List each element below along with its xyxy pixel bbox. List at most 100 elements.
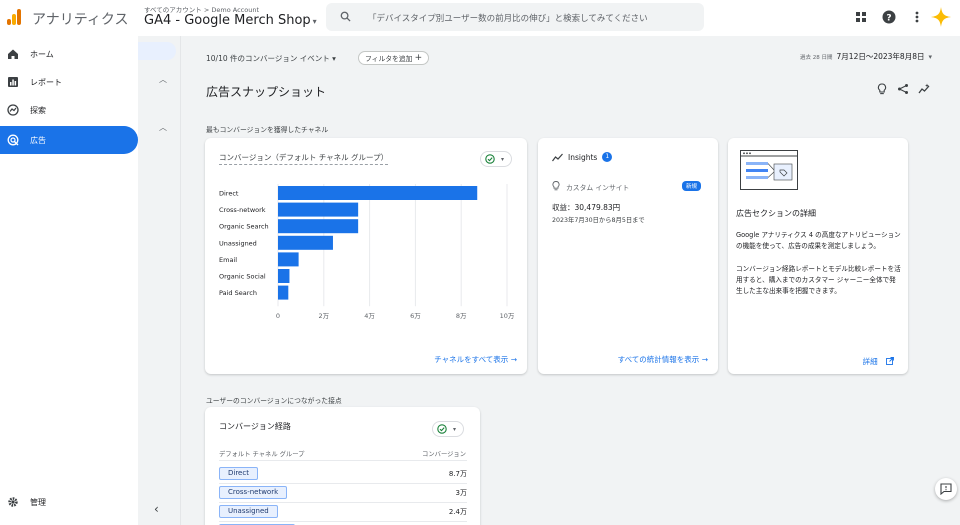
divider (219, 483, 467, 484)
conversion-value: 2.4万 (448, 508, 467, 516)
insights-trend-icon (552, 153, 563, 161)
nav-label: レポート (30, 78, 62, 87)
x-tick-label: 6万 (410, 312, 421, 320)
search-icon (340, 11, 351, 22)
nav-home[interactable]: ホーム (0, 40, 138, 68)
lightbulb-icon (552, 181, 560, 191)
sparkle-icon[interactable] (930, 6, 952, 28)
caret-down-icon: ▾ (453, 426, 457, 433)
property-name: GA4 - Google Merch Shop (144, 13, 311, 28)
insights-header: Insights 1 (552, 152, 613, 162)
x-tick-label: 8万 (456, 312, 467, 320)
nav-explore[interactable]: 探索 (0, 96, 138, 124)
bar[interactable] (278, 235, 333, 250)
conversions-by-channel-card: コンバージョン（デフォルト チャネル グループ） ▾ 0 2万 4万 6万 8万 10万 D… (205, 138, 527, 374)
collapse-nav-icon[interactable]: ‹ (154, 502, 159, 516)
bar[interactable] (278, 285, 289, 300)
x-tick-label: 2万 (318, 312, 329, 320)
channel-tag: Cross-network (219, 486, 288, 499)
comparison-toggle[interactable]: ▾ (480, 151, 512, 167)
paths-card-title: コンバージョン経路 (219, 422, 291, 431)
nav-label: 広告 (30, 136, 46, 145)
feedback-button[interactable] (935, 478, 957, 500)
category-label: Organic Search (219, 223, 269, 231)
ads-illustration-icon (740, 150, 798, 190)
insights-bulb-icon[interactable] (876, 83, 888, 95)
view-all-insights-link[interactable]: すべての統計情報を表示 → (618, 354, 708, 365)
bar[interactable] (278, 219, 359, 234)
search-bar[interactable]: 「デバイスタイプ別ユーザー数の前月比の伸び」と検索してみてください (326, 3, 704, 31)
trend-sparkle-icon[interactable] (918, 83, 930, 95)
secondary-nav-selected[interactable] (138, 42, 176, 60)
view-all-insights-label: すべての統計情報を表示 (617, 355, 700, 364)
revenue-label: 収益：30,479.83円 (552, 203, 621, 212)
left-nav: ホーム レポート 探索 広告 管理 (0, 36, 138, 525)
insights-count-badge: 1 (602, 152, 613, 162)
new-badge: 新規 (682, 181, 702, 191)
conversion-event-selector[interactable]: 10/10 件のコンバージョン イベント ▾ (206, 53, 336, 64)
x-tick-label: 0 (276, 312, 280, 320)
x-tick-label: 10万 (500, 312, 515, 320)
view-all-channels-link[interactable]: チャネルをすべて表示 → (434, 354, 517, 365)
svg-text:?: ? (886, 14, 891, 24)
bar[interactable] (278, 202, 359, 217)
category-label: Email (219, 256, 237, 264)
nav-admin[interactable]: 管理 (0, 488, 138, 516)
section-label-touchpoints: ユーザーのコンバージョンにつながった接点 (206, 397, 342, 405)
ads-icon (7, 134, 19, 146)
plus-icon: + (414, 53, 423, 63)
channel-tag: Unassigned (219, 505, 278, 518)
check-circle-icon (485, 154, 495, 164)
divider (219, 460, 467, 461)
column-header-channel: デフォルト チャネル グループ (219, 451, 305, 458)
conversion-paths-card: コンバージョン経路 ▾ デフォルト チャネル グループ コンバージョン Dire… (205, 407, 480, 525)
top-bar: アナリティクス すべてのアカウント > Demo Account GA4 - G… (0, 0, 960, 36)
help-icon[interactable]: ? (882, 10, 896, 24)
chevron-up-icon[interactable]: ︿ (159, 74, 167, 85)
bar[interactable] (278, 252, 299, 267)
x-tick-label: 4万 (364, 312, 375, 320)
more-vert-icon[interactable] (910, 10, 924, 24)
conversion-value: 3万 (455, 489, 467, 497)
explore-icon (7, 104, 19, 116)
property-selector[interactable]: GA4 - Google Merch Shop ▾ (144, 13, 317, 28)
category-label: Paid Search (219, 289, 257, 297)
learn-more-link[interactable]: 詳細 (863, 356, 894, 367)
share-icon[interactable] (897, 83, 909, 95)
comparison-toggle[interactable]: ▾ (432, 421, 464, 437)
category-label: Cross-network (219, 206, 266, 214)
learn-more-label: 詳細 (862, 357, 878, 366)
add-filter-label: フィルタを追加 (365, 55, 413, 63)
secondary-nav: ︿ ︿ ‹ (138, 36, 181, 525)
insights-title: Insights (568, 152, 598, 162)
caret-down-icon: ▾ (332, 54, 336, 63)
bar[interactable] (278, 269, 290, 283)
nav-label: 管理 (30, 498, 46, 507)
info-card-title: 広告セクションの詳細 (736, 209, 816, 218)
channel-bar-chart: 0 2万 4万 6万 8万 10万 Direct Cross-network Organic S… (219, 184, 515, 320)
chevron-up-icon[interactable]: ︿ (159, 122, 167, 133)
page-title: 広告スナップショット (206, 85, 327, 99)
ads-info-card: 広告セクションの詳細 Google アナリティクス 4 の高度なアトリビューショ… (728, 138, 908, 374)
nav-label: 探索 (30, 106, 46, 115)
add-filter-button[interactable]: フィルタを追加 + (358, 51, 430, 65)
bar-chart-icon (8, 77, 18, 87)
bar[interactable] (278, 186, 478, 200)
conversion-value: 8.7万 (448, 470, 467, 478)
divider (219, 521, 467, 522)
column-header-conversions: コンバージョン (422, 451, 466, 458)
info-card-body-1: Google アナリティクス 4 の高度なアトリビューションの機能を使って、広告… (736, 231, 901, 251)
nav-reports[interactable]: レポート (0, 68, 138, 96)
section-label-channels: 最もコンバージョンを獲得したチャネル (206, 126, 329, 134)
home-icon (8, 49, 18, 59)
analytics-logo[interactable] (7, 9, 21, 25)
date-range-value: 7月12日〜2023年8月8日 (836, 52, 925, 61)
feedback-icon (940, 483, 952, 495)
chart-title[interactable]: コンバージョン（デフォルト チャネル グループ） (219, 152, 389, 165)
date-range-selector[interactable]: 過去 28 日間 7月12日〜2023年8月8日 ▾ (800, 51, 932, 62)
category-label: Direct (219, 190, 239, 198)
open-in-new-icon (886, 357, 894, 365)
apps-grid-icon[interactable] (854, 10, 868, 24)
nav-advertising[interactable]: 広告 (0, 126, 138, 154)
gear-icon (8, 497, 18, 507)
